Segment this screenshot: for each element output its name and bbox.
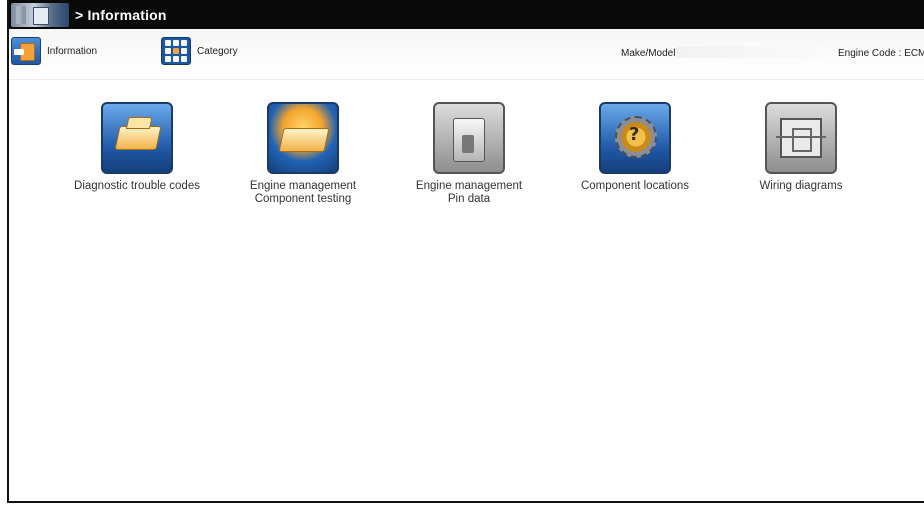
tile-caption: Engine management Pin data (415, 180, 523, 205)
tile-caption: Wiring diagrams (759, 180, 843, 192)
component-testing-icon (267, 102, 339, 174)
tile-wiring-diagrams[interactable]: Wiring diagrams (726, 102, 876, 193)
pin-data-icon (433, 102, 505, 174)
category-button[interactable]: Category (161, 37, 238, 65)
information-icon (11, 37, 41, 65)
tile-caption: Engine management Component testing (249, 180, 357, 205)
information-button[interactable]: Information (11, 37, 97, 65)
tile-caption: Diagnostic trouble codes (74, 180, 200, 192)
information-label: Information (47, 45, 98, 57)
toolbar: Information Category Make/Model : Engine… (9, 29, 924, 80)
component-locations-icon (599, 102, 671, 174)
tile-component-locations[interactable]: Component locations (560, 102, 710, 193)
engine-code-label: Engine Code : ECM (838, 48, 924, 59)
page-title: > Information (75, 6, 167, 23)
tile-component-testing[interactable]: Engine management Component testing (228, 102, 378, 206)
tile-diagnostic-trouble-codes[interactable]: Diagnostic trouble codes (62, 102, 212, 193)
title-bar: > Information (9, 0, 924, 29)
home-logo-icon[interactable] (11, 2, 69, 27)
make-model-label: Make/Model : (621, 48, 682, 59)
tile-pin-data[interactable]: Engine management Pin data (394, 102, 544, 206)
category-panel: Diagnostic trouble codes Engine manageme… (9, 80, 924, 500)
app-window: > Information Information Category Make/… (7, 0, 924, 503)
make-model-value (677, 46, 827, 58)
diagnostic-trouble-codes-icon (101, 102, 173, 174)
category-grid-icon (161, 37, 191, 65)
wiring-diagrams-icon (765, 102, 837, 174)
tile-caption: Component locations (580, 180, 690, 192)
category-label: Category (197, 45, 238, 57)
